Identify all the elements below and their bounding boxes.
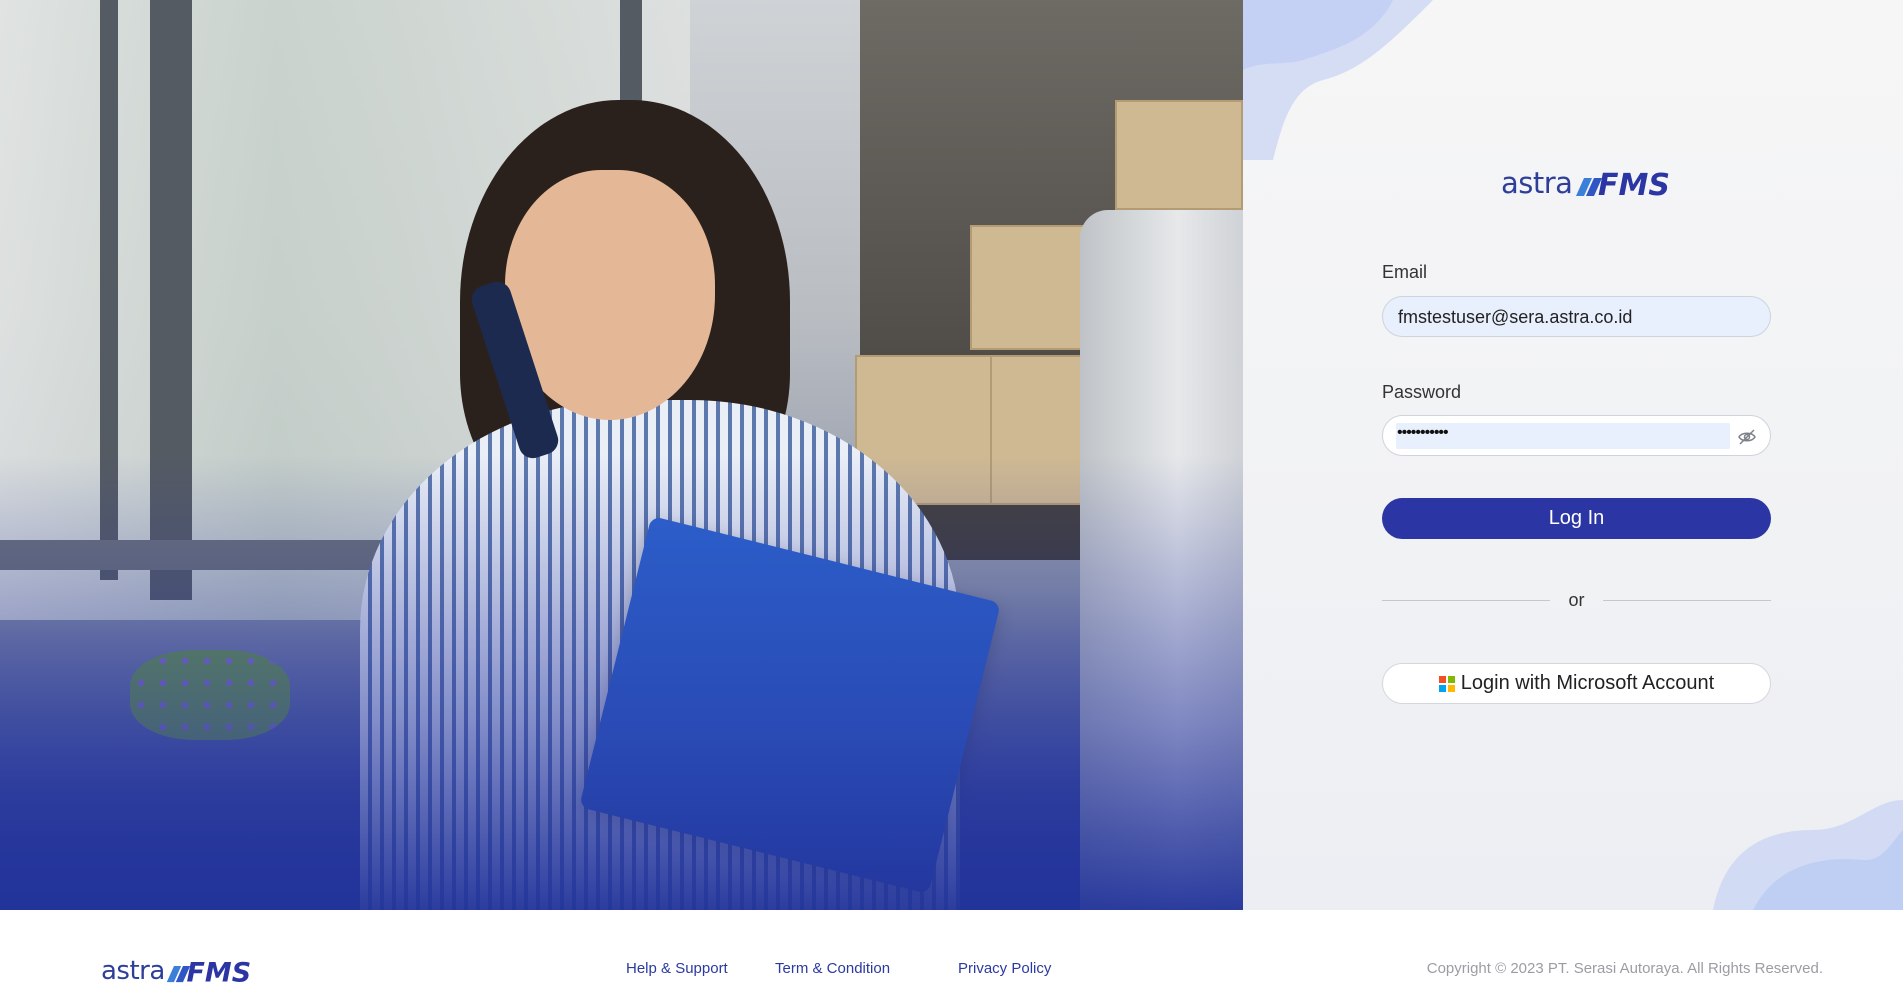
password-field[interactable]: ••••••••••• bbox=[1382, 415, 1771, 456]
privacy-policy-link[interactable]: Privacy Policy bbox=[958, 960, 1051, 977]
logo-fms-mark: FMS bbox=[1576, 168, 1670, 198]
term-condition-link[interactable]: Term & Condition bbox=[775, 960, 890, 977]
decorative-wave-top bbox=[1243, 0, 1433, 160]
microsoft-login-label: Login with Microsoft Account bbox=[1460, 672, 1715, 694]
logo-text-fms: FMS bbox=[1598, 168, 1670, 198]
login-button[interactable]: Log In bbox=[1382, 498, 1771, 539]
password-label: Password bbox=[1382, 382, 1462, 402]
footer-logo-text-fms: FMS bbox=[186, 957, 251, 984]
help-support-link[interactable]: Help & Support bbox=[626, 960, 728, 977]
or-divider: or bbox=[1382, 590, 1771, 612]
hero-gradient-overlay bbox=[0, 0, 1243, 910]
footer-logo-fms-mark: FMS bbox=[166, 957, 251, 984]
email-value: fmstestuser@sera.astra.co.id bbox=[1398, 307, 1633, 327]
copyright-text: Copyright © 2023 PT. Serasi Autoraya. Al… bbox=[1426, 960, 1823, 977]
decorative-wave-bottom bbox=[1713, 800, 1903, 910]
email-label: Email bbox=[1382, 262, 1428, 282]
login-panel: astra FMS Email fmstestuser@sera.astra.c… bbox=[1243, 0, 1903, 910]
brand-logo: astra FMS bbox=[1501, 164, 1672, 198]
eye-slash-icon[interactable] bbox=[1737, 427, 1757, 447]
footer-logo: astra FMS bbox=[101, 954, 253, 984]
login-page: astra FMS Email fmstestuser@sera.astra.c… bbox=[0, 0, 1903, 1002]
footer-logo-text-astra: astra bbox=[101, 956, 165, 986]
password-value: ••••••••••• bbox=[1397, 424, 1449, 441]
footer: astra FMS Help & Support Term & Conditio… bbox=[0, 910, 1903, 1002]
email-field[interactable]: fmstestuser@sera.astra.co.id bbox=[1382, 296, 1771, 337]
microsoft-login-button[interactable]: Login with Microsoft Account bbox=[1382, 663, 1771, 704]
microsoft-logo-icon bbox=[1438, 675, 1455, 692]
hero-photo bbox=[0, 0, 1243, 910]
divider-line-right bbox=[1603, 600, 1771, 601]
logo-text-astra: astra bbox=[1501, 166, 1573, 200]
